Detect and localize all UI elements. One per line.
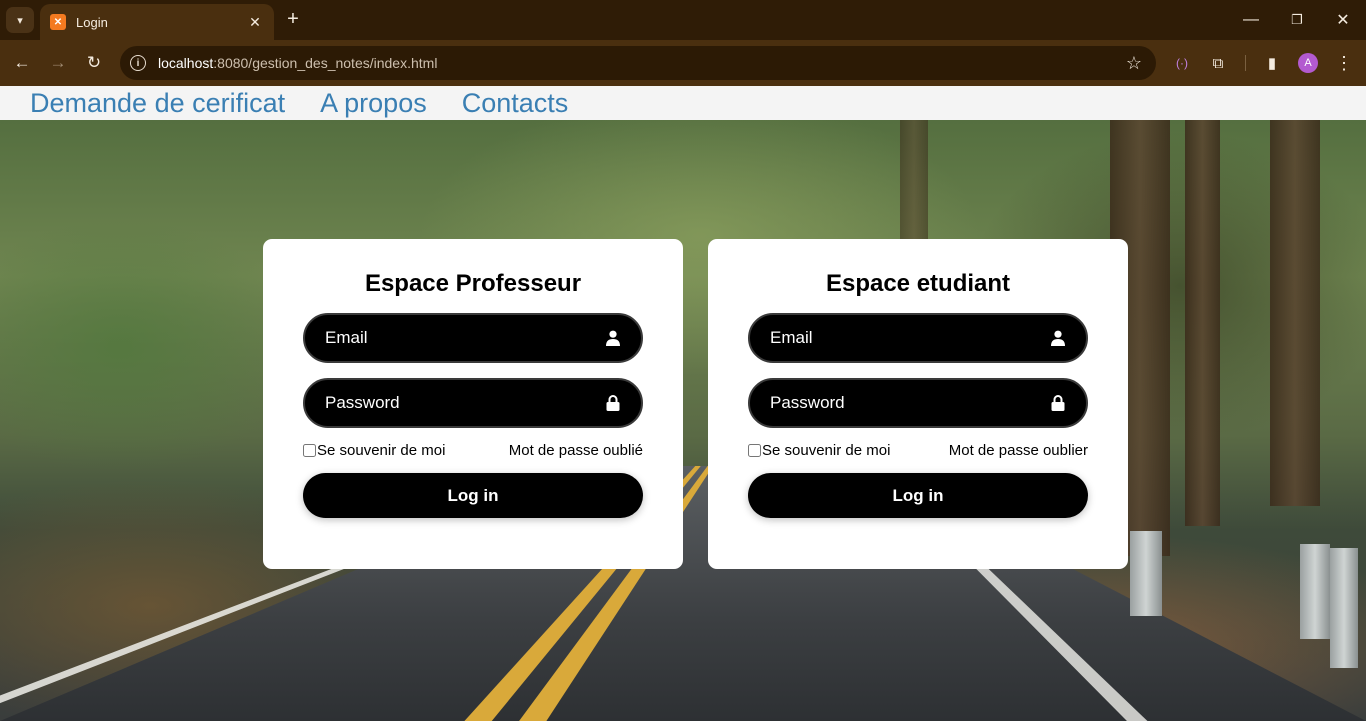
- extension-loop-icon[interactable]: (·): [1171, 52, 1193, 74]
- url-text[interactable]: localhost:8080/gestion_des_notes/index.h…: [158, 55, 1126, 71]
- user-icon: [1050, 330, 1066, 346]
- info-icon[interactable]: i: [130, 55, 146, 71]
- student-login-card: Espace etudiant Se souvenir de moi Mot d…: [708, 239, 1128, 569]
- remember-label[interactable]: Se souvenir de moi: [748, 442, 890, 459]
- window-close-icon[interactable]: ✕: [1320, 0, 1366, 40]
- guard-post: [1130, 531, 1162, 616]
- password-field[interactable]: [303, 378, 643, 428]
- close-icon[interactable]: ✕: [246, 14, 264, 31]
- remember-row: Se souvenir de moi Mot de passe oublier: [748, 442, 1088, 459]
- arrow-left-icon[interactable]: ←: [9, 50, 35, 76]
- login-button[interactable]: Log in: [748, 473, 1088, 518]
- kebab-menu-icon[interactable]: ⋮: [1333, 52, 1355, 74]
- lock-icon: [605, 395, 621, 411]
- browser-tab[interactable]: ✕ Login ✕: [40, 4, 274, 40]
- nav-demande-certificat[interactable]: Demande de cerificat: [30, 86, 285, 120]
- email-field[interactable]: [748, 313, 1088, 363]
- email-input[interactable]: [325, 328, 605, 348]
- password-field[interactable]: [748, 378, 1088, 428]
- arrow-right-icon[interactable]: →: [45, 50, 71, 76]
- forgot-password-link[interactable]: Mot de passe oublié: [509, 442, 643, 459]
- restore-icon[interactable]: ❐: [1274, 0, 1320, 40]
- forgot-password-link[interactable]: Mot de passe oublier: [949, 442, 1088, 459]
- remember-row: Se souvenir de moi Mot de passe oublié: [303, 442, 643, 459]
- minimize-icon[interactable]: —: [1228, 0, 1274, 40]
- browser-tabstrip: ▾ ✕ Login ✕ + — ❐ ✕: [0, 0, 1366, 40]
- card-title: Espace Professeur: [364, 270, 582, 297]
- tab-title: Login: [76, 14, 108, 30]
- toolbar-separator: [1245, 55, 1246, 71]
- address-bar[interactable]: i localhost:8080/gestion_des_notes/index…: [120, 46, 1156, 80]
- guard-post: [1330, 548, 1358, 668]
- remember-checkbox[interactable]: [748, 444, 761, 457]
- guard-post: [1300, 544, 1330, 639]
- professor-login-card: Espace Professeur Se souvenir de moi Mot…: [263, 239, 683, 569]
- star-icon[interactable]: ☆: [1126, 53, 1142, 74]
- user-icon: [605, 330, 621, 346]
- new-tab-button[interactable]: +: [282, 8, 304, 32]
- profile-avatar[interactable]: A: [1298, 53, 1318, 73]
- tree-trunk: [1270, 86, 1320, 506]
- password-input[interactable]: [770, 393, 1050, 413]
- side-panel-icon[interactable]: ▮: [1261, 52, 1283, 74]
- chevron-down-icon[interactable]: ▾: [6, 7, 34, 33]
- email-field[interactable]: [303, 313, 643, 363]
- top-navigation: Demande de cerificat A propos Contacts: [0, 86, 1366, 120]
- page-viewport: Demande de cerificat A propos Contacts E…: [0, 86, 1366, 721]
- login-button[interactable]: Log in: [303, 473, 643, 518]
- browser-toolbar: ← → ↻ i localhost:8080/gestion_des_notes…: [0, 40, 1366, 86]
- remember-label[interactable]: Se souvenir de moi: [303, 442, 445, 459]
- reload-icon[interactable]: ↻: [81, 50, 107, 76]
- xampp-icon: ✕: [50, 14, 66, 30]
- nav-a-propos[interactable]: A propos: [320, 86, 427, 120]
- puzzle-icon[interactable]: ⧉: [1207, 52, 1229, 74]
- remember-checkbox[interactable]: [303, 444, 316, 457]
- card-title: Espace etudiant: [825, 270, 1011, 297]
- password-input[interactable]: [325, 393, 605, 413]
- email-input[interactable]: [770, 328, 1050, 348]
- nav-contacts[interactable]: Contacts: [462, 86, 569, 120]
- lock-icon: [1050, 395, 1066, 411]
- tree-trunk: [1185, 86, 1220, 526]
